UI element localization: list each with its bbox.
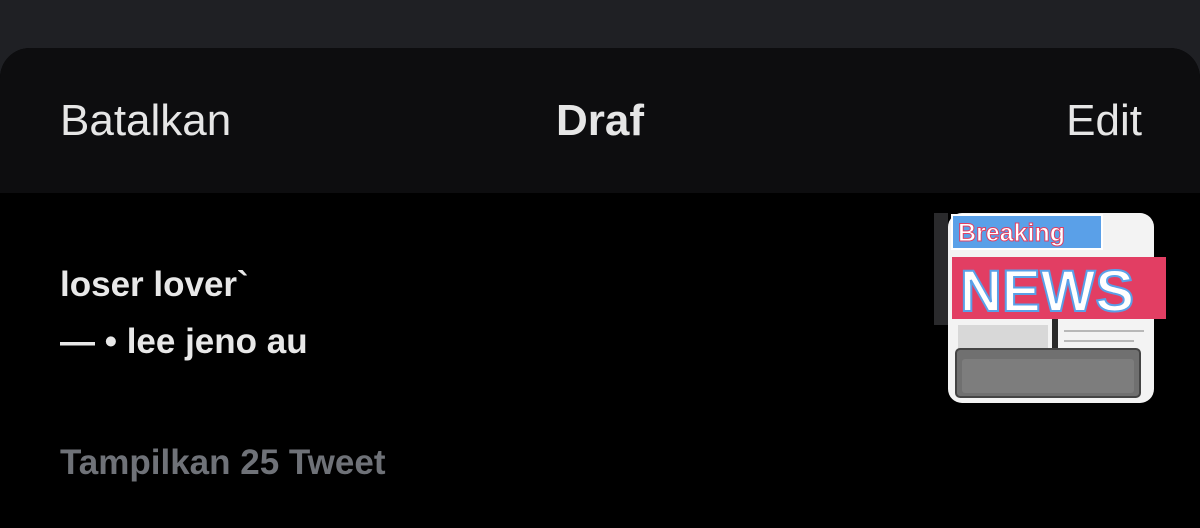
- draft-text: loser lover` — • lee jeno au: [60, 256, 308, 370]
- thumb-news-text: NEWS: [960, 259, 1134, 324]
- thumb-grey-inner: [962, 359, 1134, 393]
- draft-line-2: — • lee jeno au: [60, 322, 308, 361]
- thumb-side-bar: [934, 213, 948, 325]
- thumb-breaking-text: Breaking: [958, 219, 1065, 247]
- page-title: Draf: [555, 96, 645, 145]
- drafts-sheet: Batalkan Draf Edit loser lover` — • lee …: [0, 48, 1200, 528]
- thumb-photo-block: [958, 325, 1048, 349]
- edit-button[interactable]: Edit: [1066, 95, 1142, 147]
- sheet-header: Batalkan Draf Edit: [0, 48, 1200, 193]
- show-tweets-link[interactable]: Tampilkan 25 Tweet: [60, 438, 385, 488]
- draft-item[interactable]: loser lover` — • lee jeno au Breaking NE…: [0, 193, 1200, 423]
- draft-line-1: loser lover`: [60, 265, 249, 304]
- draft-thumbnail-image: Breaking NEWS: [934, 213, 1166, 403]
